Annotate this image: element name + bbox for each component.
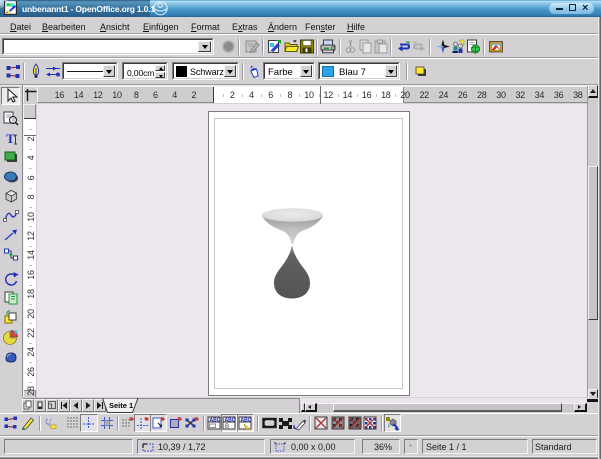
- svg-text:ABC: ABC: [225, 418, 236, 424]
- svg-text:T: T: [6, 131, 15, 146]
- svg-text:B: B: [225, 424, 229, 430]
- svg-text:ABC: ABC: [241, 418, 252, 424]
- svg-text:ABC: ABC: [210, 418, 221, 424]
